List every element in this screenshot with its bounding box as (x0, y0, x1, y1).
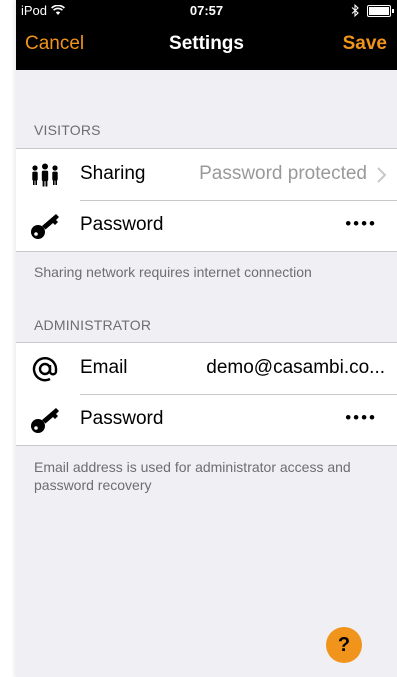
chevron-right-icon (377, 167, 387, 183)
email-label: Email (80, 357, 128, 378)
save-button[interactable]: Save (343, 33, 387, 55)
sharing-row[interactable]: Sharing Password protected (16, 149, 397, 200)
people-icon (32, 163, 58, 187)
admin-password-label: Password (80, 408, 164, 429)
battery-icon (367, 4, 394, 17)
visitor-password-label: Password (80, 214, 164, 235)
email-row[interactable]: Email demo@casambi.co... (16, 343, 397, 394)
visitor-password-row[interactable]: Password •••• (16, 200, 397, 251)
administrator-section-header: ADMINISTRATOR (34, 317, 152, 333)
at-icon (32, 357, 58, 382)
help-button[interactable]: ? (326, 627, 362, 663)
visitors-footer-note: Sharing network requires internet connec… (34, 264, 312, 280)
admin-password-value: •••• (345, 408, 377, 427)
page-title: Settings (169, 33, 244, 54)
visitors-group: Sharing Password protected Password •••• (16, 148, 397, 252)
status-bar: iPod 07:57 (16, 0, 397, 22)
email-value[interactable]: demo@casambi.co... (206, 357, 385, 379)
administrator-footer-note: Email address is used for administrator … (34, 459, 351, 493)
status-time: 07:57 (189, 3, 224, 18)
administrator-group: Email demo@casambi.co... Password •••• (16, 342, 397, 446)
visitor-password-value: •••• (345, 214, 377, 233)
sharing-value: Password protected (199, 163, 367, 184)
visitors-section-header: VISITORS (34, 122, 101, 138)
sharing-label: Sharing (80, 163, 146, 184)
phone-screen: iPod 07:57 Cancel Settings Save VISITORS (16, 0, 397, 677)
status-right (351, 4, 394, 17)
key-icon (31, 408, 59, 433)
key-icon (31, 214, 59, 239)
navigation-bar: Cancel Settings Save (16, 22, 397, 70)
admin-password-row[interactable]: Password •••• (16, 394, 397, 445)
bluetooth-icon (351, 4, 359, 17)
